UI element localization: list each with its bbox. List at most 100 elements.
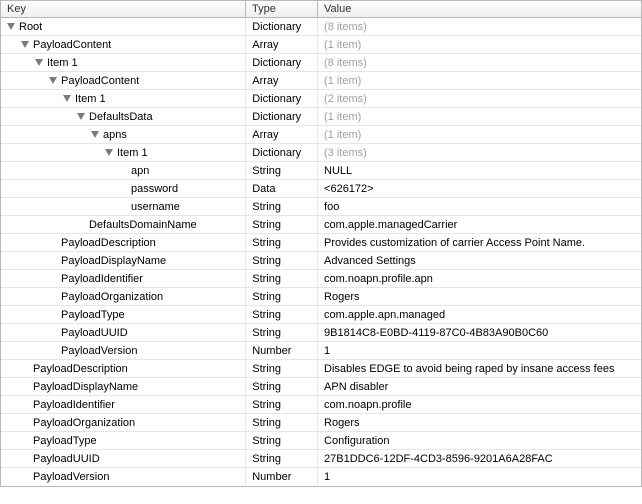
value-cell[interactable]: Rogers: [318, 288, 641, 305]
value-cell[interactable]: (8 items): [318, 18, 641, 35]
disclosure-triangle-icon[interactable]: [77, 113, 85, 120]
table-row[interactable]: PayloadUUIDString9B1814C8-E0BD-4119-87C0…: [1, 324, 641, 342]
key-cell[interactable]: DefaultsData: [1, 108, 246, 125]
value-cell[interactable]: (3 items): [318, 144, 641, 161]
key-cell[interactable]: PayloadDisplayName: [1, 252, 246, 269]
key-cell[interactable]: PayloadContent: [1, 36, 246, 53]
table-row[interactable]: PayloadDescriptionStringProvides customi…: [1, 234, 641, 252]
value-cell[interactable]: NULL: [318, 162, 641, 179]
table-row[interactable]: PayloadTypeStringcom.apple.apn.managed: [1, 306, 641, 324]
table-row[interactable]: PayloadDisplayNameStringAPN disabler: [1, 378, 641, 396]
disclosure-triangle-icon[interactable]: [105, 149, 113, 156]
key-cell[interactable]: PayloadType: [1, 306, 246, 323]
table-row[interactable]: Item 1Dictionary(2 items): [1, 90, 641, 108]
disclosure-triangle-icon[interactable]: [35, 59, 43, 66]
key-cell[interactable]: PayloadDescription: [1, 234, 246, 251]
key-cell[interactable]: apns: [1, 126, 246, 143]
type-cell[interactable]: Dictionary: [246, 54, 318, 71]
type-cell[interactable]: Array: [246, 126, 318, 143]
value-cell[interactable]: com.apple.managedCarrier: [318, 216, 641, 233]
value-cell[interactable]: (1 item): [318, 72, 641, 89]
value-cell[interactable]: com.noapn.profile.apn: [318, 270, 641, 287]
table-row[interactable]: Item 1Dictionary(3 items): [1, 144, 641, 162]
disclosure-triangle-icon[interactable]: [91, 131, 99, 138]
value-cell[interactable]: (1 item): [318, 108, 641, 125]
key-cell[interactable]: username: [1, 198, 246, 215]
type-cell[interactable]: Dictionary: [246, 18, 318, 35]
column-header-value[interactable]: Value: [318, 0, 642, 18]
type-cell[interactable]: Number: [246, 342, 318, 359]
key-cell[interactable]: Root: [1, 18, 246, 35]
table-row[interactable]: apnsArray(1 item): [1, 126, 641, 144]
value-cell[interactable]: (1 item): [318, 36, 641, 53]
table-row[interactable]: PayloadContentArray(1 item): [1, 36, 641, 54]
table-row[interactable]: Item 1Dictionary(8 items): [1, 54, 641, 72]
key-cell[interactable]: Item 1: [1, 54, 246, 71]
type-cell[interactable]: Number: [246, 468, 318, 486]
table-row[interactable]: PayloadDescriptionStringDisables EDGE to…: [1, 360, 641, 378]
type-cell[interactable]: String: [246, 216, 318, 233]
type-cell[interactable]: Array: [246, 72, 318, 89]
key-cell[interactable]: password: [1, 180, 246, 197]
table-row[interactable]: PayloadDisplayNameStringAdvanced Setting…: [1, 252, 641, 270]
key-cell[interactable]: PayloadVersion: [1, 468, 246, 486]
value-cell[interactable]: Provides customization of carrier Access…: [318, 234, 641, 251]
table-row[interactable]: PayloadIdentifierStringcom.noapn.profile…: [1, 270, 641, 288]
table-row[interactable]: PayloadIdentifierStringcom.noapn.profile: [1, 396, 641, 414]
key-cell[interactable]: PayloadUUID: [1, 450, 246, 467]
disclosure-triangle-icon[interactable]: [63, 95, 71, 102]
type-cell[interactable]: Dictionary: [246, 108, 318, 125]
key-cell[interactable]: PayloadUUID: [1, 324, 246, 341]
table-row[interactable]: RootDictionary(8 items): [1, 18, 641, 36]
key-cell[interactable]: DefaultsDomainName: [1, 216, 246, 233]
value-cell[interactable]: Advanced Settings: [318, 252, 641, 269]
table-row[interactable]: apnStringNULL: [1, 162, 641, 180]
type-cell[interactable]: String: [246, 198, 318, 215]
value-cell[interactable]: Configuration: [318, 432, 641, 449]
type-cell[interactable]: Data: [246, 180, 318, 197]
key-cell[interactable]: apn: [1, 162, 246, 179]
value-cell[interactable]: (8 items): [318, 54, 641, 71]
value-cell[interactable]: 9B1814C8-E0BD-4119-87C0-4B83A90B0C60: [318, 324, 641, 341]
table-row[interactable]: PayloadContentArray(1 item): [1, 72, 641, 90]
value-cell[interactable]: 1: [318, 468, 641, 486]
table-row[interactable]: DefaultsDataDictionary(1 item): [1, 108, 641, 126]
table-row[interactable]: PayloadVersionNumber1: [1, 468, 641, 486]
key-cell[interactable]: PayloadDescription: [1, 360, 246, 377]
type-cell[interactable]: String: [246, 324, 318, 341]
value-cell[interactable]: APN disabler: [318, 378, 641, 395]
column-header-type[interactable]: Type: [246, 0, 318, 18]
type-cell[interactable]: String: [246, 414, 318, 431]
type-cell[interactable]: String: [246, 396, 318, 413]
type-cell[interactable]: String: [246, 234, 318, 251]
table-row[interactable]: passwordData<626172>: [1, 180, 641, 198]
type-cell[interactable]: String: [246, 306, 318, 323]
key-cell[interactable]: PayloadIdentifier: [1, 270, 246, 287]
type-cell[interactable]: String: [246, 378, 318, 395]
key-cell[interactable]: Item 1: [1, 144, 246, 161]
type-cell[interactable]: String: [246, 288, 318, 305]
type-cell[interactable]: String: [246, 450, 318, 467]
value-cell[interactable]: <626172>: [318, 180, 641, 197]
key-cell[interactable]: PayloadContent: [1, 72, 246, 89]
table-row[interactable]: PayloadVersionNumber1: [1, 342, 641, 360]
type-cell[interactable]: String: [246, 270, 318, 287]
type-cell[interactable]: Dictionary: [246, 90, 318, 107]
key-cell[interactable]: PayloadOrganization: [1, 414, 246, 431]
table-row[interactable]: PayloadTypeStringConfiguration: [1, 432, 641, 450]
disclosure-triangle-icon[interactable]: [21, 41, 29, 48]
value-cell[interactable]: com.noapn.profile: [318, 396, 641, 413]
key-cell[interactable]: PayloadVersion: [1, 342, 246, 359]
type-cell[interactable]: String: [246, 360, 318, 377]
type-cell[interactable]: String: [246, 252, 318, 269]
key-cell[interactable]: Item 1: [1, 90, 246, 107]
value-cell[interactable]: (2 items): [318, 90, 641, 107]
table-row[interactable]: PayloadOrganizationStringRogers: [1, 288, 641, 306]
value-cell[interactable]: 27B1DDC6-12DF-4CD3-8596-9201A6A28FAC: [318, 450, 641, 467]
key-cell[interactable]: PayloadDisplayName: [1, 378, 246, 395]
type-cell[interactable]: String: [246, 162, 318, 179]
key-cell[interactable]: PayloadType: [1, 432, 246, 449]
key-cell[interactable]: PayloadIdentifier: [1, 396, 246, 413]
value-cell[interactable]: Rogers: [318, 414, 641, 431]
disclosure-triangle-icon[interactable]: [49, 77, 57, 84]
